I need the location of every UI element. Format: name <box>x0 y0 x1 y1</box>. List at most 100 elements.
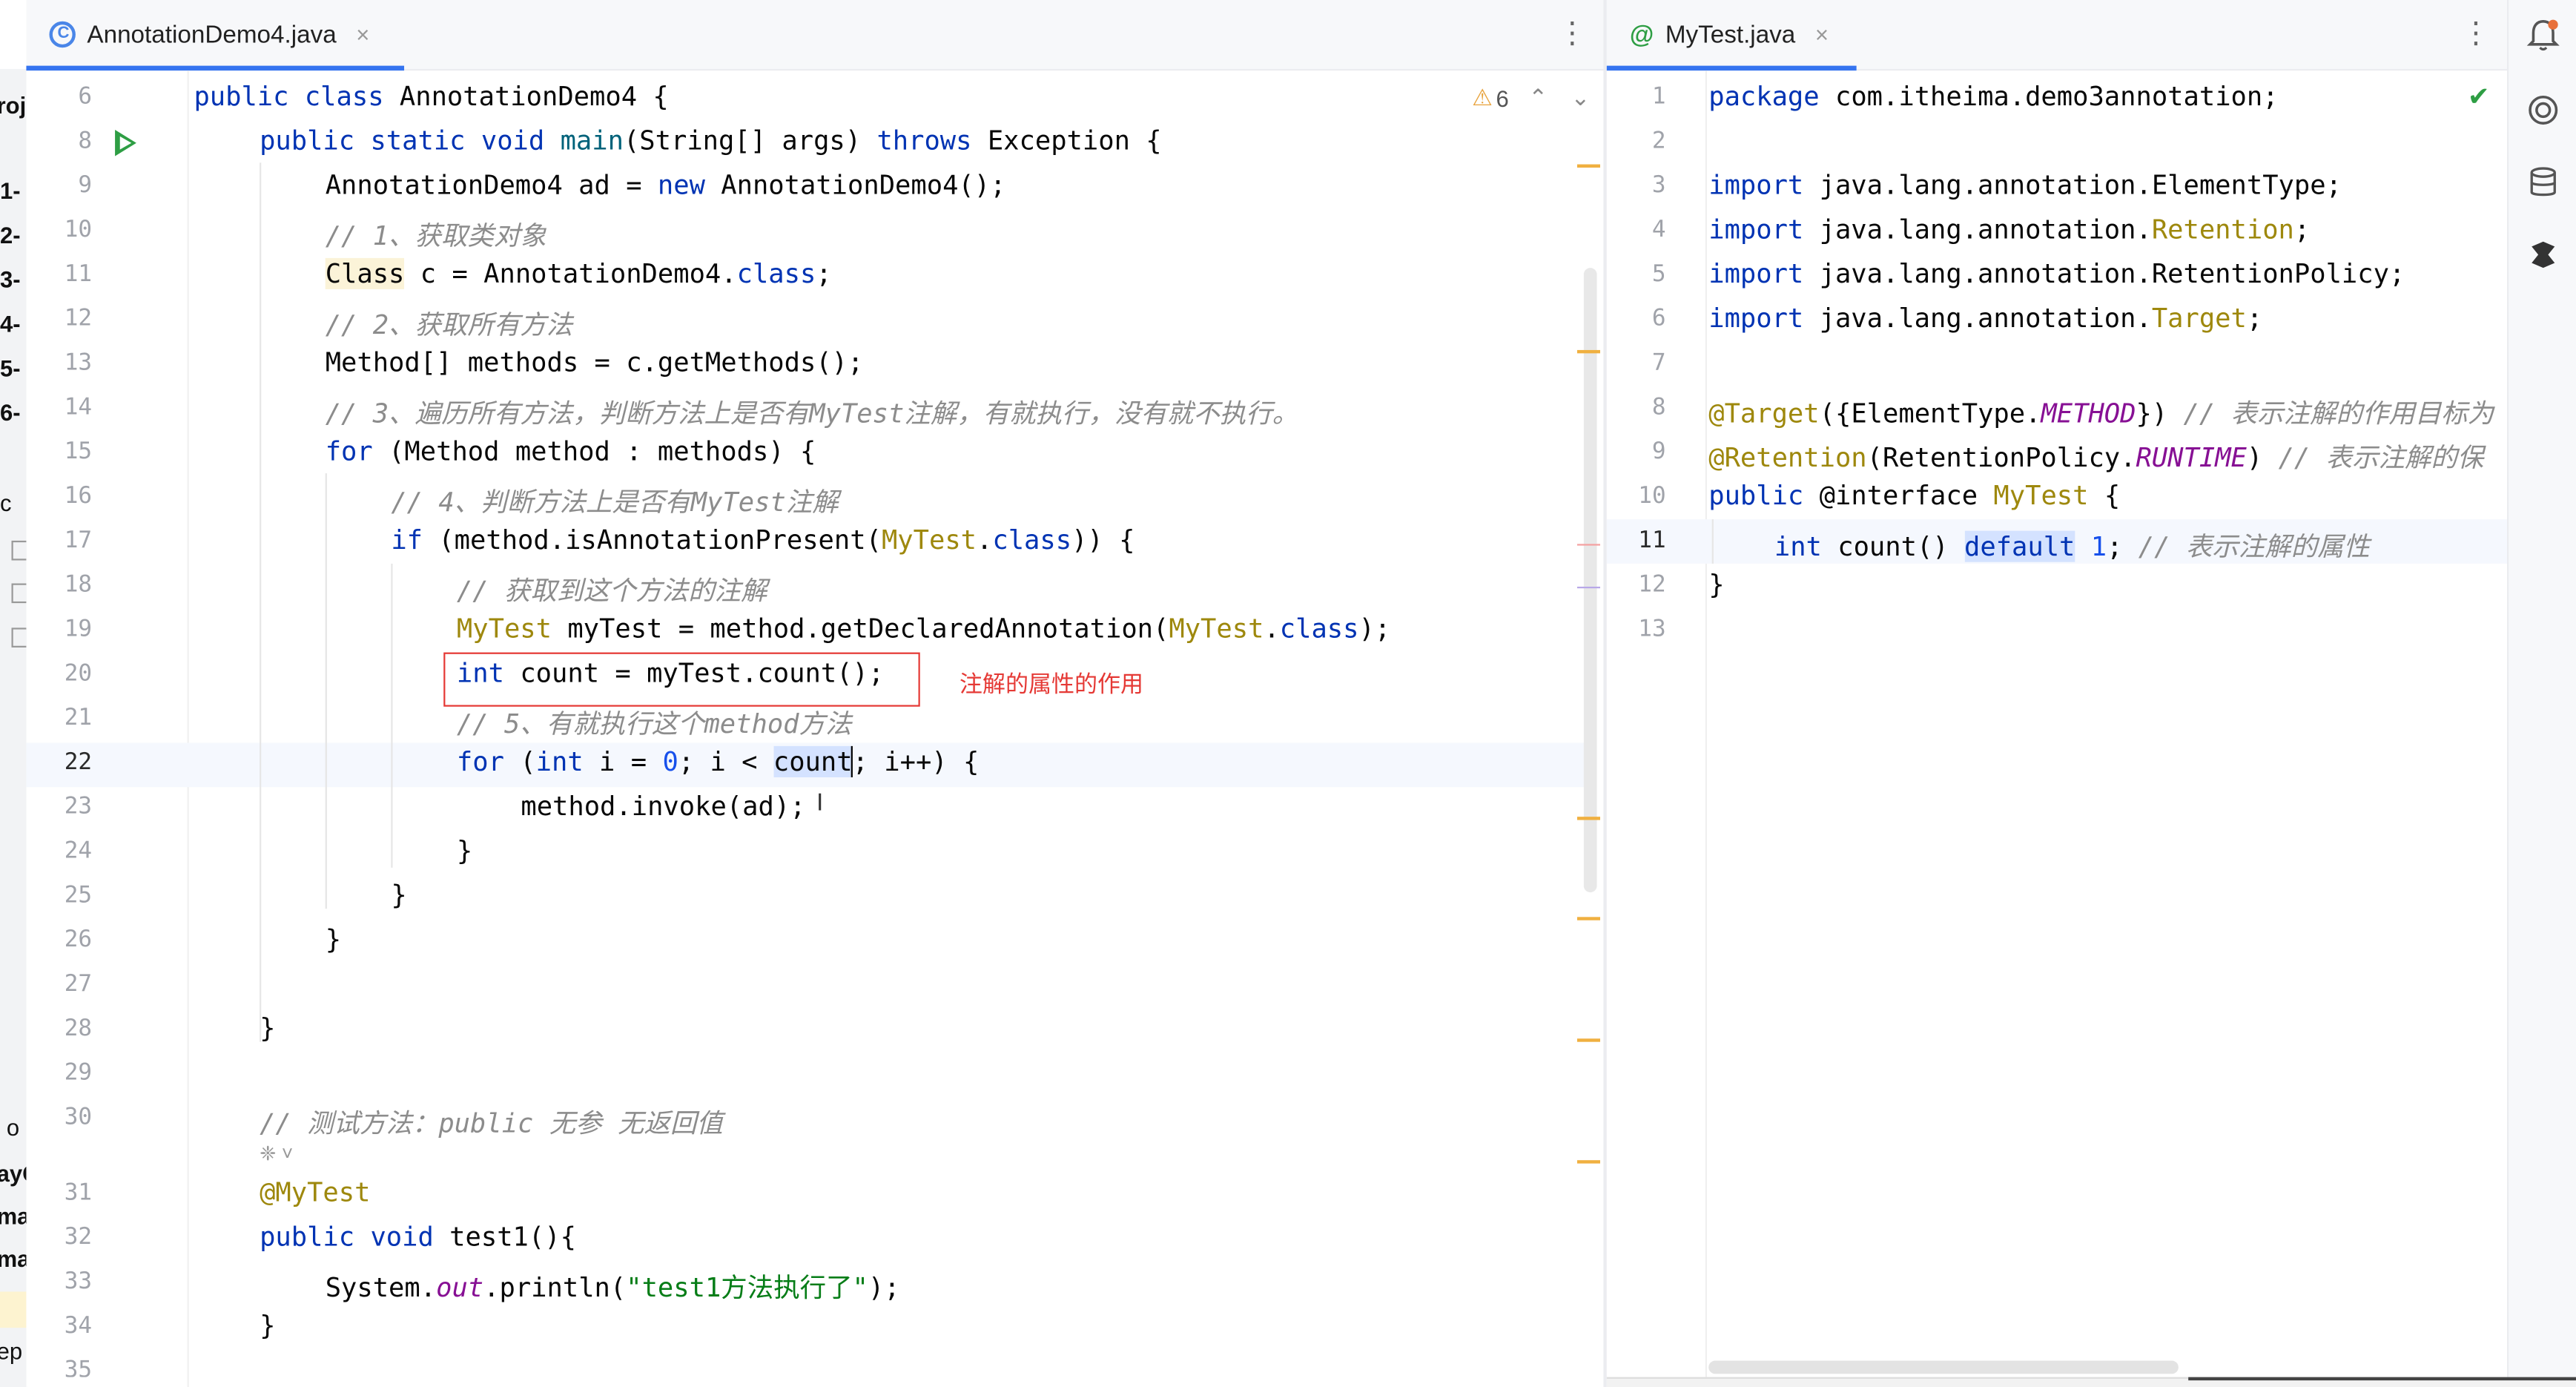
code-line[interactable]: import java.lang.annotation.Retention; <box>1708 214 2310 245</box>
code-line[interactable]: public class AnnotationDemo4 { <box>194 81 668 112</box>
close-icon[interactable]: × <box>1815 22 1829 47</box>
right-editor[interactable]: ✔ 1 2 3 4 5 6 7 8 9 10 11 12 13 package … <box>1606 70 2508 1387</box>
code-line[interactable]: AnnotationDemo4 ad = new AnnotationDemo4… <box>326 169 1006 200</box>
line-number: 6 <box>78 83 93 111</box>
clipped-label: 1- <box>0 177 21 204</box>
code-line[interactable]: import java.lang.annotation.RetentionPol… <box>1708 258 2405 289</box>
line-number: 30 <box>64 1104 93 1131</box>
clipped-label: ep <box>0 1337 23 1364</box>
chevron-up-icon[interactable]: ⌃ <box>1528 84 1548 112</box>
notifications-icon[interactable] <box>2525 16 2561 53</box>
tab-annotationdemo4[interactable]: C AnnotationDemo4.java × <box>49 0 369 69</box>
line-number: 9 <box>1651 438 1666 466</box>
line-number: 10 <box>1638 483 1666 510</box>
line-number: 25 <box>64 882 93 909</box>
clipped-label: c <box>0 490 12 516</box>
code-line[interactable]: } <box>326 923 341 955</box>
code-line[interactable]: public void test1(){ <box>260 1221 576 1252</box>
code-comment[interactable]: // 获取到这个方法的注解 <box>457 569 767 608</box>
left-tab-bar: C AnnotationDemo4.java × ⋮ <box>26 0 1604 71</box>
tab-mytest[interactable]: @ MyTest.java × <box>1630 0 1829 69</box>
line-number: 8 <box>78 128 93 155</box>
code-comment[interactable]: // 1、获取类对象 <box>326 214 546 253</box>
code-line[interactable]: int count() default 1; // 表示注解的属性 <box>1774 524 2370 564</box>
code-line[interactable]: } <box>1708 569 1724 600</box>
line-number: 10 <box>64 217 93 243</box>
code-line[interactable]: @MyTest <box>260 1176 370 1208</box>
code-comment[interactable]: // 5、有就执行这个method方法 <box>457 702 852 741</box>
line-number: 5 <box>1651 261 1666 288</box>
clipped-label: roj <box>0 92 27 119</box>
clipped-label: 3- <box>0 266 21 293</box>
ai-assistant-icon[interactable] <box>2525 92 2561 128</box>
code-line[interactable]: import java.lang.annotation.Target; <box>1708 303 2262 334</box>
database-icon[interactable] <box>2525 165 2561 201</box>
code-line[interactable]: package com.itheima.demo3annotation; <box>1708 81 2278 112</box>
code-comment[interactable]: // 3、遍历所有方法，判断方法上是否有MyTest注解，有就执行，没有就不执行… <box>326 391 1298 430</box>
code-comment[interactable]: // 测试方法：public 无参 无返回值 <box>260 1101 723 1140</box>
code-line[interactable]: } <box>391 879 406 910</box>
code-line[interactable]: method.invoke(ad); <box>521 791 805 822</box>
tab-label: AnnotationDemo4.java <box>87 20 337 49</box>
more-icon[interactable]: ⋮ <box>1557 16 1587 51</box>
line-number: 26 <box>64 926 93 954</box>
left-editor[interactable]: ⚠ 6 ⌃ ⌄ 6 8 9 10 11 12 13 14 15 16 17 18… <box>26 70 1604 1387</box>
line-number: 7 <box>1651 349 1666 377</box>
code-line[interactable]: Method[] methods = c.getMethods(); <box>326 346 864 378</box>
line-number: 21 <box>64 705 93 731</box>
annotation-type-icon: @ <box>1629 20 1654 49</box>
warning-count: 6 <box>1496 85 1509 111</box>
code-line[interactable]: public static void main(String[] args) t… <box>260 125 1162 156</box>
line-number: 11 <box>1638 527 1666 554</box>
chevron-down-icon[interactable]: ⌄ <box>1571 84 1590 112</box>
line-number: 34 <box>64 1313 93 1340</box>
code-line[interactable]: } <box>457 835 472 866</box>
clipped-label: o <box>6 1114 20 1141</box>
clipped-label: 6- <box>0 399 21 426</box>
line-number: 35 <box>64 1357 93 1377</box>
line-number: 9 <box>78 172 93 200</box>
code-line[interactable]: } <box>260 1012 275 1044</box>
code-line[interactable]: for (int i = 0; i < count; i++) { <box>457 745 979 777</box>
code-line[interactable]: for (Method method : methods) { <box>326 435 816 467</box>
code-comment[interactable]: // 4、判断方法上是否有MyTest注解 <box>391 480 838 519</box>
clipped-label: ma <box>0 1203 26 1229</box>
active-tab-underline <box>1606 65 1857 71</box>
line-number: 17 <box>64 527 93 554</box>
inspection-widget[interactable]: ⚠ 6 ⌃ ⌄ <box>1472 84 1590 112</box>
line-number: 16 <box>64 483 93 510</box>
clipped-label: 2- <box>0 222 21 248</box>
horizontal-scrollbar[interactable] <box>1708 1360 2179 1374</box>
checkmark-icon: ✔ <box>2467 80 2490 112</box>
text-cursor-icon: I <box>816 790 824 817</box>
usage-hint-icon[interactable]: ❈ ˅ <box>260 1142 293 1165</box>
plugin-icon[interactable] <box>2525 237 2561 273</box>
code-line[interactable]: @Target({ElementType.METHOD}) // 表示注解的作用… <box>1708 391 2494 430</box>
line-number: 27 <box>64 971 93 998</box>
code-line[interactable]: import java.lang.annotation.ElementType; <box>1708 169 2342 200</box>
clipped-label: ayC <box>0 1160 26 1187</box>
annotation-note: 注解的属性的作用 <box>959 670 1144 697</box>
close-icon[interactable]: × <box>356 22 369 47</box>
tree-icon <box>11 627 27 648</box>
line-number: 28 <box>64 1015 93 1042</box>
code-line[interactable]: System.out.println("test1方法执行了"); <box>326 1265 900 1305</box>
code-line[interactable]: } <box>260 1310 275 1341</box>
code-comment[interactable]: // 2、获取所有方法 <box>326 303 573 342</box>
line-number: 8 <box>1651 394 1666 421</box>
line-number: 13 <box>64 349 93 377</box>
code-line[interactable]: @Retention(RetentionPolicy.RUNTIME) // 表… <box>1708 435 2483 475</box>
clipped-label: ma <box>0 1245 26 1271</box>
line-number: 15 <box>64 438 93 466</box>
code-line[interactable]: Class c = AnnotationDemo4.class; <box>325 257 832 289</box>
code-line[interactable]: public @interface MyTest { <box>1708 480 2120 511</box>
code-line[interactable]: MyTest myTest = method.getDeclaredAnnota… <box>457 613 1390 644</box>
line-number: 1 <box>1651 83 1666 111</box>
more-icon[interactable]: ⋮ <box>2461 16 2491 51</box>
code-line[interactable]: if (method.isAnnotationPresent(MyTest.cl… <box>391 524 1135 556</box>
vertical-scrollbar[interactable] <box>1583 268 1597 893</box>
project-strip: roj 1- 2- 3- 4- 5- 6- c o ayC ma ma ep <box>0 69 28 1387</box>
line-number: 19 <box>64 616 93 643</box>
warning-icon: ⚠ <box>1472 83 1493 111</box>
code-line[interactable]: int count = myTest.count(); <box>457 657 884 688</box>
